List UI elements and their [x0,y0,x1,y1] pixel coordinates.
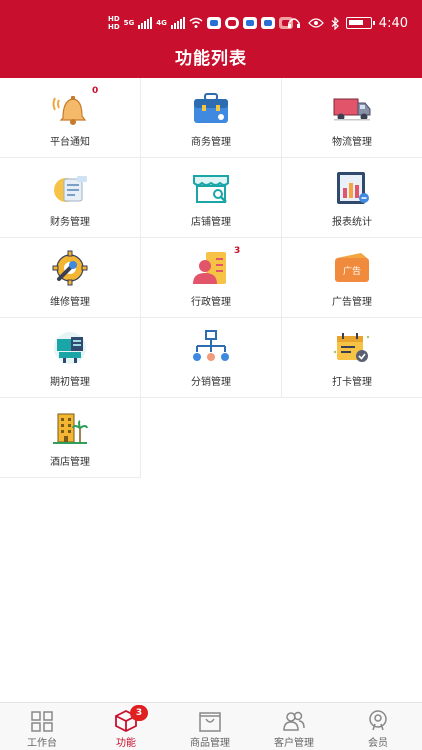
tab-workbench[interactable]: 工作台 [0,703,84,750]
bell-icon [52,96,87,125]
function-label: 商务管理 [191,137,231,148]
app-header: HD HD 5G 4G 4:40 功能列表 [0,0,422,78]
function-item-store[interactable]: 店铺管理 [141,158,282,238]
status-time: 4:40 [378,15,408,31]
wifi-icon [189,17,203,28]
function-item-hotel[interactable]: 酒店管理 [0,398,141,478]
status-left: HD HD 5G 4G [108,12,293,34]
hotel-icon [53,413,88,444]
wrench-gear-icon [52,250,88,286]
distribution-tree-icon [193,330,229,361]
function-label: 广告管理 [332,297,372,308]
bottom-tab-bar: 工作台 3 功能 商品管理 客户管理 会员 [0,702,422,750]
grid-icon [31,711,53,732]
function-label: 维修管理 [50,297,90,308]
paw-notify-icon-2 [260,17,275,29]
signal-icon-2 [170,17,185,29]
customers-icon [283,711,305,731]
network-5g-label: 5G [123,19,135,27]
bluetooth-icon [331,16,339,30]
ad-board-icon: 广告 [335,253,369,282]
function-item-logistics[interactable]: 物流管理 [282,78,422,158]
store-icon [193,175,229,203]
status-bar: HD HD 5G 4G 4:40 [0,12,422,34]
ad-icon-text: 广告 [343,265,361,277]
checkin-calendar-icon [333,333,370,362]
tab-label: 商品管理 [190,738,230,749]
page-title: 功能列表 [175,49,247,69]
tab-label: 会员 [368,738,388,749]
hd-label-top: HD [108,15,120,23]
member-icon [369,710,387,731]
shopping-bag-icon [199,712,221,732]
briefcase-icon [194,93,228,123]
network-4g-label: 4G [156,19,167,27]
tab-functions[interactable]: 3 功能 [84,703,168,750]
coins-icon [54,176,87,202]
function-label: 物流管理 [332,137,372,148]
hd-indicator: HD HD [108,15,120,31]
chat-notify-icon [224,17,239,29]
tab-label: 工作台 [27,738,57,749]
function-item-report[interactable]: 报表统计 [282,158,422,238]
function-label: 酒店管理 [50,457,90,468]
function-item-finance[interactable]: 财务管理 [0,158,141,238]
tab-label: 客户管理 [274,738,314,749]
admin-person-icon [193,252,226,284]
tab-label: 功能 [116,738,136,749]
hd-label-bottom: HD [108,23,120,31]
status-right: 4:40 [287,12,408,34]
function-label: 平台通知 [50,137,90,148]
function-item-checkin[interactable]: 打卡管理 [282,318,422,398]
function-item-distribution[interactable]: 分销管理 [141,318,282,398]
paw-notify-icon-1 [242,17,257,29]
function-item-business[interactable]: 商务管理 [141,78,282,158]
signal-icon [138,17,153,29]
app-notify-icon-1 [206,17,221,29]
opening-icon [54,332,86,364]
eye-icon [307,18,324,28]
function-item-platform-notice[interactable]: 0 平台通知 [0,78,141,158]
function-label: 打卡管理 [332,377,372,388]
truck-icon [333,98,371,121]
function-item-admin[interactable]: 3 行政管理 [141,238,282,318]
tab-products[interactable]: 商品管理 [168,703,252,750]
function-label: 财务管理 [50,217,90,228]
function-label: 分销管理 [191,377,231,388]
tab-badge: 3 [130,705,148,721]
function-item-repair[interactable]: 维修管理 [0,238,141,318]
function-label: 行政管理 [191,297,231,308]
function-label: 店铺管理 [191,217,231,228]
headphones-icon [287,18,300,28]
admin-badge: 3 [234,246,241,256]
notice-badge: 0 [92,86,99,96]
function-label: 报表统计 [332,217,372,228]
report-chart-icon [337,172,369,204]
function-item-ads[interactable]: 广告 广告管理 [282,238,422,318]
function-label: 期初管理 [50,377,90,388]
function-item-opening[interactable]: 期初管理 [0,318,141,398]
tab-customers[interactable]: 客户管理 [252,703,336,750]
tab-members[interactable]: 会员 [336,703,420,750]
battery-icon [345,17,375,29]
